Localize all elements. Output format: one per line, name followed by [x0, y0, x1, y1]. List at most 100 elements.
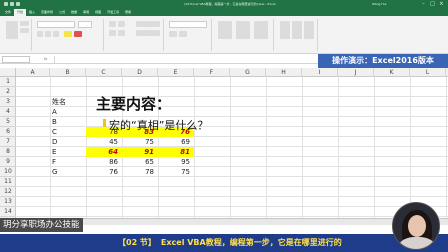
row-header-14[interactable]: 14: [0, 207, 16, 217]
merge-center-button[interactable]: [136, 30, 160, 36]
cell-styles-button[interactable]: [254, 21, 268, 39]
row-header-10[interactable]: 10: [0, 167, 16, 177]
score-cell-e[interactable]: 76: [160, 127, 190, 137]
tab-6[interactable]: 审阅: [80, 9, 92, 16]
row-header-12[interactable]: 12: [0, 187, 16, 197]
bold-button[interactable]: [37, 31, 43, 37]
score-cell-e[interactable]: 81: [160, 147, 190, 157]
align-top-button[interactable]: [109, 21, 116, 27]
name-cell[interactable]: D: [52, 137, 57, 147]
cut-button[interactable]: [20, 21, 29, 26]
undo-icon[interactable]: [10, 2, 14, 6]
insert-cells-button[interactable]: [280, 21, 290, 39]
font-color-button[interactable]: [74, 31, 82, 37]
align-middle-button[interactable]: [118, 21, 125, 27]
row-header-7[interactable]: 7: [0, 137, 16, 147]
column-header-l[interactable]: L: [410, 68, 446, 77]
name-header-cell[interactable]: 姓名: [52, 97, 66, 107]
insert-function-icon[interactable]: fx: [44, 55, 47, 64]
column-header-e[interactable]: E: [158, 68, 194, 77]
name-cell[interactable]: E: [52, 147, 56, 157]
number-format-select[interactable]: [169, 21, 207, 28]
tab-5[interactable]: 数据: [68, 9, 80, 16]
percent-button[interactable]: [179, 31, 187, 37]
align-center-button[interactable]: [118, 30, 125, 36]
name-box[interactable]: [2, 56, 30, 63]
conditional-format-button[interactable]: [218, 21, 232, 39]
score-cell-e[interactable]: 69: [160, 137, 190, 147]
select-all-corner[interactable]: [0, 68, 16, 77]
tab-1[interactable]: 开始: [14, 9, 27, 16]
name-cell[interactable]: G: [52, 167, 57, 177]
row-header-11[interactable]: 11: [0, 177, 16, 187]
column-header-j[interactable]: J: [338, 68, 374, 77]
score-cell-d[interactable]: 78: [124, 167, 154, 177]
tab-8[interactable]: 开发工具: [104, 9, 122, 16]
format-as-table-button[interactable]: [236, 21, 250, 39]
row-header-13[interactable]: 13: [0, 197, 16, 207]
close-icon[interactable]: ×: [437, 0, 446, 9]
paste-button[interactable]: [6, 21, 18, 39]
column-header-d[interactable]: D: [122, 68, 158, 77]
tab-7[interactable]: 视图: [92, 9, 104, 16]
maximize-icon[interactable]: □: [428, 0, 437, 9]
row-header-5[interactable]: 5: [0, 117, 16, 127]
styles-group: [214, 19, 274, 51]
title-bar: [02 Excel VBA教程，编程第一步，它是在哪里进行的].xlsx - E…: [0, 0, 448, 9]
clipboard-group: [2, 19, 32, 51]
column-header-f[interactable]: F: [194, 68, 230, 77]
column-header-k[interactable]: K: [374, 68, 410, 77]
name-cell[interactable]: A: [52, 107, 57, 117]
column-header-b[interactable]: B: [50, 68, 86, 77]
column-header-g[interactable]: G: [230, 68, 266, 77]
score-cell-e[interactable]: 75: [160, 167, 190, 177]
row-header-4[interactable]: 4: [0, 107, 16, 117]
alignment-group: [106, 19, 164, 51]
name-cell[interactable]: B: [52, 117, 57, 127]
score-cell-c[interactable]: 45: [88, 137, 118, 147]
row-header-2[interactable]: 2: [0, 87, 16, 97]
column-header-c[interactable]: C: [86, 68, 122, 77]
cell-area[interactable]: 主要内容： 宏的“真相”是什么？ 姓名 ABCDEFG 78 83 76 45 75 69…: [16, 77, 448, 218]
name-cell[interactable]: F: [52, 157, 56, 167]
underline-button[interactable]: [53, 31, 59, 37]
row-header-6[interactable]: 6: [0, 127, 16, 137]
row-header-8[interactable]: 8: [0, 147, 16, 157]
row-header-9[interactable]: 9: [0, 157, 16, 167]
align-left-button[interactable]: [109, 30, 116, 36]
score-cell-d[interactable]: 65: [124, 157, 154, 167]
fill-color-button[interactable]: [64, 31, 72, 37]
tab-9[interactable]: 帮助: [122, 9, 134, 16]
column-header-i[interactable]: I: [302, 68, 338, 77]
score-cell-e[interactable]: 95: [160, 157, 190, 167]
tab-3[interactable]: 页面布局: [38, 9, 56, 16]
score-cell-d[interactable]: 83: [124, 127, 154, 137]
tab-4[interactable]: 公式: [56, 9, 68, 16]
tab-2[interactable]: 插入: [26, 9, 38, 16]
score-cell-c[interactable]: 86: [88, 157, 118, 167]
row-header-3[interactable]: 3: [0, 97, 16, 107]
copy-button[interactable]: [20, 28, 29, 33]
column-header-h[interactable]: H: [266, 68, 302, 77]
currency-button[interactable]: [169, 31, 177, 37]
wrap-text-button[interactable]: [136, 21, 160, 27]
row-header-1[interactable]: 1: [0, 77, 16, 87]
italic-button[interactable]: [45, 31, 51, 37]
font-name-select[interactable]: [37, 21, 75, 28]
redo-icon[interactable]: [16, 2, 20, 6]
font-size-select[interactable]: [78, 21, 92, 28]
account-name[interactable]: Wang Hui: [372, 0, 386, 9]
ribbon: [0, 16, 448, 54]
name-cell[interactable]: C: [52, 127, 57, 137]
score-cell-d[interactable]: 75: [124, 137, 154, 147]
score-cell-c[interactable]: 76: [88, 167, 118, 177]
score-cell-d[interactable]: 91: [124, 147, 154, 157]
format-cells-button[interactable]: [304, 21, 314, 39]
save-icon[interactable]: [4, 2, 8, 6]
minimize-icon[interactable]: –: [419, 0, 428, 9]
tab-0[interactable]: 文件: [2, 9, 14, 16]
delete-cells-button[interactable]: [292, 21, 302, 39]
column-header-a[interactable]: A: [16, 68, 50, 77]
score-cell-c[interactable]: 64: [88, 147, 118, 157]
score-cell-c[interactable]: 78: [88, 127, 118, 137]
